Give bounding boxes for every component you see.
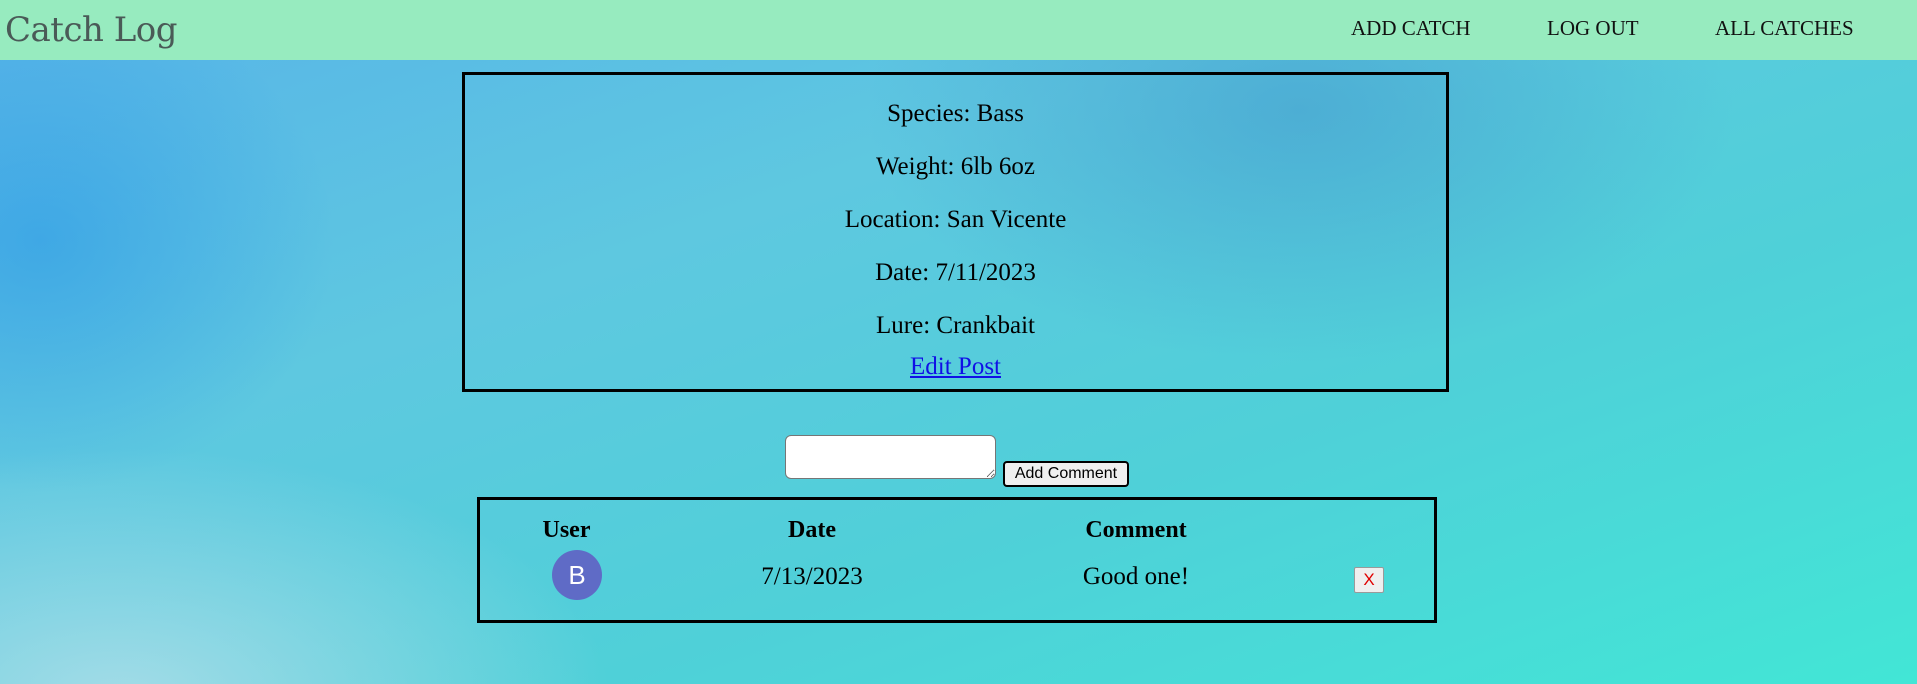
edit-post-link[interactable]: Edit Post xyxy=(465,352,1446,382)
top-navbar: Catch Log ADD CATCH LOG OUT ALL CATCHES xyxy=(0,0,1917,60)
nav-log-out-link[interactable]: LOG OUT xyxy=(1547,16,1639,40)
nav-all-catches-link[interactable]: ALL CATCHES xyxy=(1715,16,1854,40)
app-title[interactable]: Catch Log xyxy=(5,10,178,50)
nav-add-catch-link[interactable]: ADD CATCH xyxy=(1351,16,1471,40)
catch-species: Species: Bass xyxy=(887,100,1024,127)
delete-comment-button[interactable]: X xyxy=(1354,567,1384,593)
column-header-user: User xyxy=(542,517,591,543)
catch-details-card: Species: Bass Weight: 6lb 6oz Location: … xyxy=(462,72,1449,392)
user-avatar: B xyxy=(552,550,602,600)
comment-text: Good one! xyxy=(1082,563,1190,590)
catch-location: Location: San Vicente xyxy=(844,206,1067,233)
comment-date: 7/13/2023 xyxy=(761,563,863,590)
column-header-comment: Comment xyxy=(1085,517,1187,543)
comments-table: User Date Comment B 7/13/2023 Good one! … xyxy=(477,497,1437,623)
catch-lure: Lure: Crankbait xyxy=(876,312,1035,339)
comment-input[interactable] xyxy=(785,435,996,479)
column-header-date: Date xyxy=(788,517,836,543)
catch-date: Date: 7/11/2023 xyxy=(875,259,1036,286)
catch-weight: Weight: 6lb 6oz xyxy=(875,153,1036,180)
add-comment-button[interactable]: Add Comment xyxy=(1003,461,1129,487)
